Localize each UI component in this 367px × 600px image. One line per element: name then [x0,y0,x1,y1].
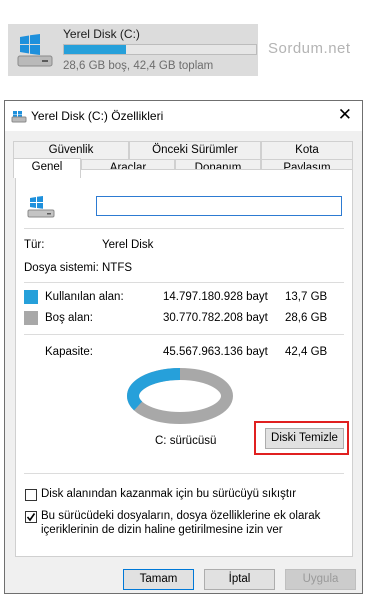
ok-button[interactable]: Tamam [123,569,194,590]
drive-large-icon [27,196,55,218]
drive-name-input[interactable] [96,196,342,216]
cancel-button[interactable]: İptal [204,569,275,590]
tab-general[interactable]: Genel [13,158,81,178]
donut-used-segment [127,368,181,411]
capacity-size: 42,4 GB [285,346,328,358]
tile-title: Yerel Disk (C:) [63,27,140,41]
apply-button[interactable]: Uygula [285,569,356,590]
separator [24,228,344,229]
properties-dialog: Yerel Disk (C:) Özellikleri ✕ Güvenlik Ö… [4,100,363,594]
tile-usage-bar [63,44,257,55]
index-checkbox[interactable] [25,511,37,523]
close-icon[interactable]: ✕ [338,106,352,124]
dialog-title: Yerel Disk (C:) Özellikleri [31,109,164,123]
filesystem-value: NTFS [102,262,133,274]
filesystem-label: Dosya sistemi: [24,262,99,274]
used-space-bytes: 14.797.180.928 bayt [163,291,268,303]
capacity-bytes: 45.567.963.136 bayt [163,346,268,358]
drive-tile[interactable]: Yerel Disk (C:) 28,6 GB boş, 42,4 GB top… [8,24,258,76]
separator [24,473,344,474]
free-space-swatch [24,311,38,325]
tile-subtitle: 28,6 GB boş, 42,4 GB toplam [63,60,214,72]
separator [24,334,344,335]
checkmark-icon [26,513,36,522]
tab-previous-versions[interactable]: Önceki Sürümler [129,141,261,159]
watermark: Sordum.net [268,40,351,57]
donut-group [127,368,233,424]
tab-security[interactable]: Güvenlik [13,141,129,159]
title-bar[interactable]: Yerel Disk (C:) Özellikleri ✕ [5,101,362,131]
compress-checkbox[interactable] [25,489,37,501]
type-value: Yerel Disk [102,239,154,251]
tab-row-back: Güvenlik Önceki Sürümler Kota [13,141,353,159]
disk-usage-donut [127,368,233,424]
used-space-label: Kullanılan alan: [45,291,124,303]
free-space-size: 28,6 GB [285,312,328,324]
index-label-line1: Bu sürücüdeki dosyaların, dosya özellikl… [41,510,321,522]
tab-quota[interactable]: Kota [261,141,353,159]
free-space-bytes: 30.770.782.208 bayt [163,312,268,324]
type-label: Tür: [24,239,45,251]
separator [24,282,344,283]
free-space-label: Boş alan: [45,312,93,324]
drive-small-icon [11,111,27,123]
capacity-label: Kapasite: [45,346,93,358]
index-label-line2: içeriklerinin de dizin haline getirilmes… [41,524,283,536]
compress-label: Disk alanından kazanmak için bu sürücüyü… [41,488,297,500]
drive-icon [17,34,53,67]
drive-label: C: sürücüsü [155,435,217,447]
tile-usage-fill [64,45,127,54]
used-space-swatch [24,290,38,304]
used-space-size: 13,7 GB [285,291,328,303]
highlight-box [254,421,349,455]
